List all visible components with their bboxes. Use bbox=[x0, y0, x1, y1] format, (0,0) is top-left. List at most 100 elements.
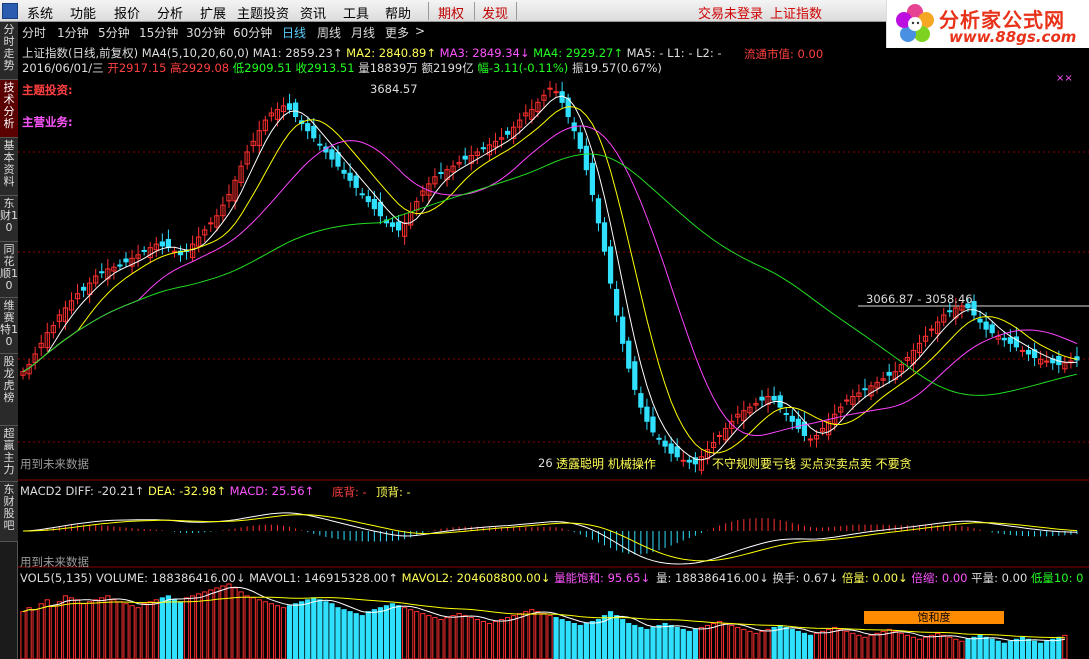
main-info-line: 上证指数(日线,前复权) MA4(5,10,20,60,0) MA1: 2859… bbox=[22, 45, 722, 61]
period-monthly[interactable]: 月线 bbox=[351, 24, 375, 41]
volume-bar bbox=[190, 595, 196, 659]
macd-top-div: 顶背: - bbox=[376, 485, 411, 499]
volume-bar bbox=[438, 619, 444, 659]
menu-help[interactable]: 帮助 bbox=[385, 3, 411, 22]
side-tab-weisaite[interactable]: 维赛特10 bbox=[0, 298, 18, 354]
menu-theme-invest[interactable]: 主题投资 bbox=[237, 3, 289, 22]
volume-bar bbox=[662, 622, 668, 659]
volume-bar bbox=[759, 630, 765, 659]
volume-bar bbox=[347, 611, 353, 659]
volume-bar bbox=[274, 605, 281, 659]
period-weekly[interactable]: 周线 bbox=[317, 24, 341, 41]
ohlc-info-line: 2016/06/01/三 开2917.15 高2929.08 低2909.51 … bbox=[22, 60, 662, 76]
period-intraday[interactable]: 分时 bbox=[22, 24, 46, 41]
close-mark[interactable]: ×× bbox=[1056, 73, 1073, 84]
menu-analysis[interactable]: 分析 bbox=[157, 3, 183, 22]
candle-body bbox=[807, 438, 814, 441]
candle-body bbox=[886, 371, 892, 376]
price-change: 幅-3.11(-0.11%) bbox=[477, 61, 569, 75]
chart-note-2: 不守规则要亏钱 买点买卖点卖 不要贪 bbox=[712, 457, 912, 471]
menu-function[interactable]: 功能 bbox=[70, 3, 96, 22]
menu-options[interactable]: 期权 bbox=[438, 3, 464, 22]
volume-bar bbox=[214, 587, 220, 659]
volume-bar bbox=[559, 619, 565, 659]
volume-bar bbox=[335, 607, 341, 659]
candle-body bbox=[305, 123, 311, 132]
menu-extend[interactable]: 扩展 bbox=[200, 3, 226, 22]
volume-bar bbox=[686, 630, 692, 659]
volume-bar bbox=[819, 630, 826, 659]
candle-body bbox=[577, 132, 583, 149]
volume-bar bbox=[710, 622, 717, 659]
login-status[interactable]: 交易未登录 bbox=[698, 3, 763, 22]
ma-params: MA4(5,10,20,60,0) bbox=[141, 46, 250, 60]
side-tab-dragon-tiger[interactable]: 股龙虎榜 bbox=[0, 354, 18, 426]
period-daily[interactable]: 日线 bbox=[282, 24, 306, 41]
peak-price-label: 3684.57 bbox=[370, 82, 418, 96]
menu-system[interactable]: 系统 bbox=[27, 3, 53, 22]
l1-l2-value: L1: - L2: - bbox=[667, 46, 722, 60]
menu-quote[interactable]: 报价 bbox=[114, 3, 140, 22]
ma20-line bbox=[22, 125, 1078, 437]
candle-body bbox=[674, 446, 680, 458]
ma1-value: MA1: 2859.23↑ bbox=[252, 46, 343, 60]
candle-body bbox=[607, 246, 614, 284]
period-15min[interactable]: 15分钟 bbox=[139, 24, 178, 41]
volume-bar bbox=[547, 615, 553, 659]
volume-bar bbox=[492, 621, 499, 659]
main-business-label: 主营业务: bbox=[22, 115, 73, 129]
volume-bar bbox=[80, 603, 87, 659]
volume-bar bbox=[517, 613, 523, 659]
vol-info-line-right: 量: 188386416.00↓ 换手: 0.67↓ 倍量: 0.00↓ 倍缩:… bbox=[656, 570, 1083, 586]
menu-discover[interactable]: 发现 bbox=[482, 3, 508, 22]
macd-name: MACD2 bbox=[20, 484, 62, 498]
volume-bar bbox=[468, 617, 474, 659]
side-tab-technical[interactable]: 技术分析 bbox=[0, 80, 18, 138]
side-tab-fundamentals[interactable]: 基本资料 bbox=[0, 138, 18, 196]
side-tab-main-force[interactable]: 超赢主力 bbox=[0, 426, 18, 482]
candle-body bbox=[989, 324, 995, 334]
close-price: 收2913.51 bbox=[295, 61, 355, 75]
candle-body bbox=[789, 415, 795, 422]
volume-bar bbox=[765, 628, 771, 659]
volume-bar bbox=[262, 601, 268, 659]
volume-bar bbox=[716, 621, 723, 659]
volume-bar bbox=[614, 615, 620, 659]
vol-energy: 量能饱和: 95.65↓ bbox=[554, 571, 651, 585]
side-tab-forum[interactable]: 东财股吧 bbox=[0, 482, 18, 542]
menu-tools[interactable]: 工具 bbox=[343, 3, 369, 22]
period-60min[interactable]: 60分钟 bbox=[233, 24, 272, 41]
volume-bar bbox=[535, 611, 541, 659]
saturation-bar: 饱和度 bbox=[864, 611, 1004, 624]
side-tab-tonghuashun[interactable]: 同花顺10 bbox=[0, 242, 18, 298]
period-30min[interactable]: 30分钟 bbox=[186, 24, 225, 41]
future-data-note-macd: 用到未来数据 bbox=[20, 555, 89, 569]
vol-lowvol: 低量10: 0 bbox=[1030, 571, 1084, 585]
volume-bar bbox=[856, 634, 862, 659]
period-1min[interactable]: 1分钟 bbox=[57, 24, 89, 41]
period-5min[interactable]: 5分钟 bbox=[98, 24, 130, 41]
volume-bar bbox=[323, 601, 329, 659]
volume-bar bbox=[317, 599, 323, 659]
app-icon[interactable] bbox=[2, 3, 18, 19]
volume-bar bbox=[498, 619, 505, 659]
side-tab-intraday[interactable]: 分时走势 bbox=[0, 22, 18, 80]
chart-area[interactable]: 分时 1分钟 5分钟 15分钟 30分钟 60分钟 日线 周线 月线 更多 > … bbox=[18, 22, 1089, 659]
volume-bar bbox=[989, 638, 995, 659]
volume-bar bbox=[656, 624, 662, 659]
candle-body bbox=[1025, 349, 1032, 355]
candle-body bbox=[480, 147, 486, 150]
volume-bar bbox=[862, 636, 868, 659]
candle-body bbox=[389, 222, 396, 227]
menu-news[interactable]: 资讯 bbox=[300, 3, 326, 22]
volume-bar bbox=[704, 624, 711, 659]
theme-invest-label: 主题投资: bbox=[22, 83, 73, 97]
period-next-arrow[interactable]: > bbox=[415, 24, 425, 38]
side-tab-eastmoney[interactable]: 东财10 bbox=[0, 196, 18, 242]
candle-body bbox=[553, 91, 559, 94]
period-more[interactable]: 更多 bbox=[385, 24, 409, 41]
vol-mavol1: MAVOL1: 146915328.00↑ bbox=[249, 571, 398, 585]
chart-canvas[interactable] bbox=[18, 22, 1089, 659]
volume-bar bbox=[1001, 642, 1007, 659]
volume-bar bbox=[844, 630, 850, 659]
